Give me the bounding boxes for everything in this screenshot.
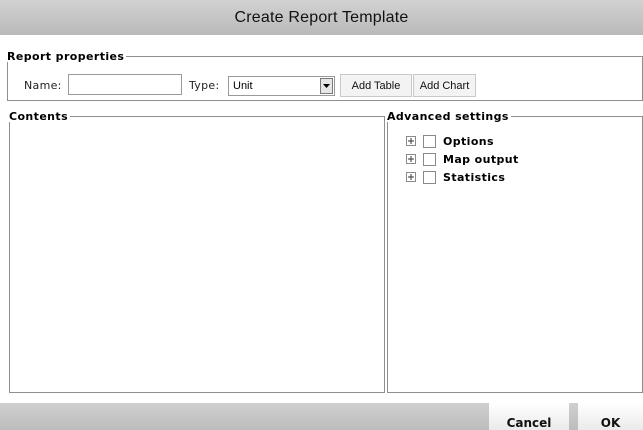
advanced-settings-legend: Advanced settings (387, 110, 509, 123)
add-chart-button[interactable]: Add Chart (413, 74, 476, 97)
contents-legend: Contents (9, 110, 69, 123)
add-table-button[interactable]: Add Table (340, 74, 412, 97)
plus-square-icon[interactable] (406, 154, 416, 164)
type-select[interactable]: Unit (228, 76, 335, 96)
ok-button[interactable]: OK (578, 403, 643, 430)
type-select-value: Unit (233, 80, 253, 92)
name-input[interactable] (68, 74, 182, 95)
tree-label-map-output: Map output (443, 152, 519, 166)
map-output-checkbox[interactable] (423, 152, 436, 166)
tree-item-options[interactable]: Options (406, 134, 494, 148)
type-label: Type: (189, 79, 220, 92)
options-checkbox[interactable] (423, 134, 436, 148)
window-title: Create Report Template (234, 8, 409, 26)
tree-item-map-output[interactable]: Map output (406, 152, 519, 166)
title-bar: Create Report Template (0, 0, 643, 35)
tree-label-options: Options (443, 134, 494, 148)
footer-bar: Cancel OK (0, 403, 643, 430)
contents-group: Contents (9, 111, 385, 393)
tree-label-statistics: Statistics (443, 170, 506, 184)
plus-square-icon[interactable] (406, 136, 416, 146)
report-properties-legend: Report properties (7, 50, 125, 63)
tree-item-statistics[interactable]: Statistics (406, 170, 505, 184)
name-label: Name: (24, 79, 62, 92)
dropdown-arrow-icon[interactable] (320, 78, 333, 94)
cancel-button[interactable]: Cancel (489, 403, 569, 430)
statistics-checkbox[interactable] (423, 170, 436, 184)
plus-square-icon[interactable] (406, 172, 416, 182)
